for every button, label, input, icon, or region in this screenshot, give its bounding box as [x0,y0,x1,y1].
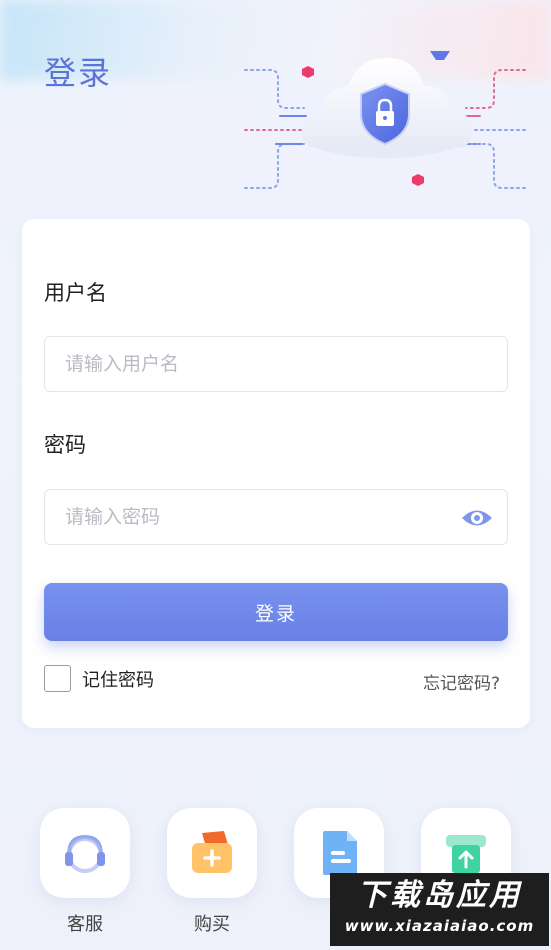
login-card: 用户名 密码 登录 记住密码 忘记密码? [22,219,530,728]
eye-icon[interactable] [461,505,493,531]
password-label: 密码 [44,433,86,457]
username-label: 用户名 [44,281,107,305]
pink-gem-icon [412,174,424,186]
watermark-overlay: 下载岛应用 www.xiazaiaiao.com [330,873,549,946]
password-field-box [44,489,508,545]
password-input[interactable] [45,490,507,544]
remember-password-toggle[interactable]: 记住密码 [44,665,154,692]
wallet-plus-icon [192,831,232,873]
shortcut-service[interactable]: 客服 [40,808,130,936]
pink-gem-icon [302,66,314,78]
login-button[interactable]: 登录 [44,583,508,641]
watermark-title: 下载岛应用 [357,878,522,913]
remember-checkbox[interactable] [44,665,71,692]
shortcut-tile [167,808,257,898]
headset-icon [65,834,105,873]
watermark-url: www.xiazaiaiao.com [344,917,535,935]
username-input[interactable] [45,337,507,391]
remember-label: 记住密码 [82,669,154,691]
shortcut-tile [40,808,130,898]
blue-tab-icon [430,51,450,60]
shortcut-buy[interactable]: 购买 [167,808,257,936]
security-cloud-illustration [244,51,526,189]
username-field-box [44,336,508,392]
circuit-lines-left [244,69,311,189]
shortcut-label: 购买 [194,914,230,935]
page-title: 登录 [44,54,113,92]
forgot-password-link[interactable]: 忘记密码? [423,669,500,694]
shortcut-label: 客服 [67,914,103,935]
